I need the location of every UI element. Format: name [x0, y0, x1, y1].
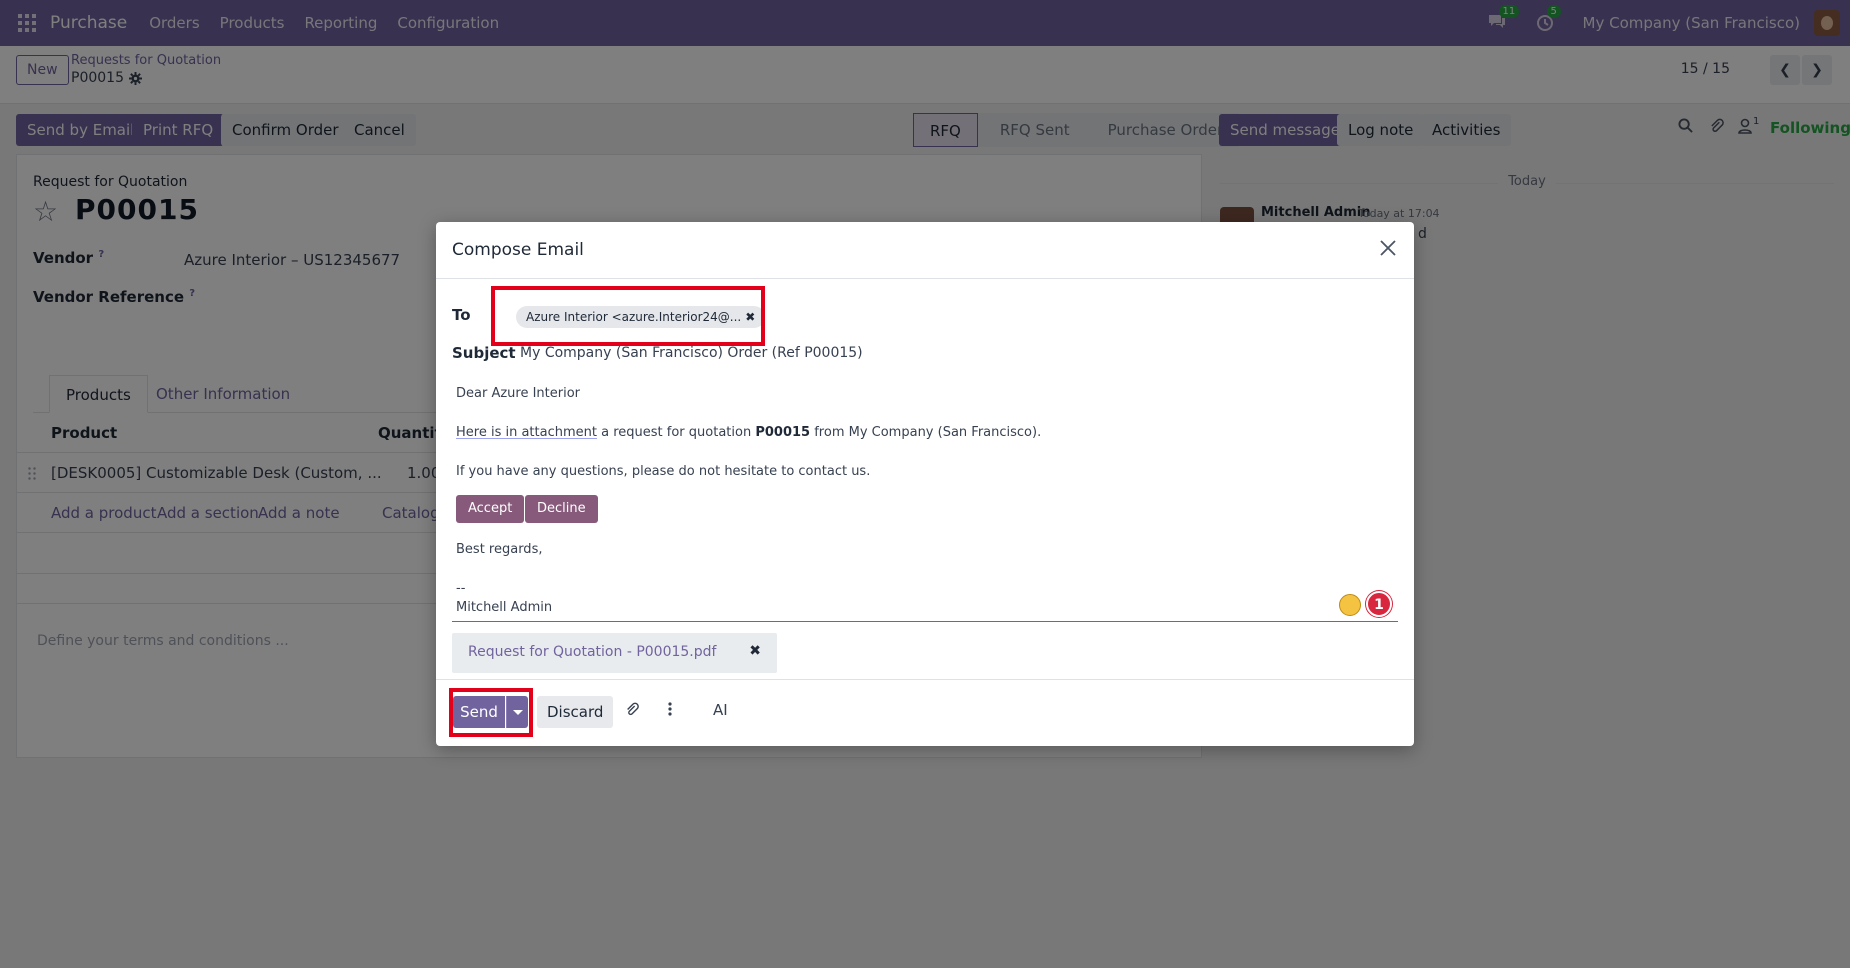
email-intro[interactable]: Here is in attachment a request for quot…	[456, 425, 1041, 440]
remove-attachment-icon[interactable]: ✖	[749, 643, 761, 659]
paperclip-icon[interactable]	[625, 702, 639, 721]
email-greeting[interactable]: Dear Azure Interior	[456, 386, 580, 401]
notification-count-badge[interactable]: 1	[1366, 591, 1392, 617]
subject-label: Subject	[452, 344, 516, 362]
email-intro-end: from My Company (San Francisco).	[810, 425, 1042, 440]
email-regards[interactable]: Best regards,	[456, 542, 542, 557]
modal-footer: Send Discard AI	[436, 679, 1414, 746]
email-order-ref: P00015	[755, 425, 811, 440]
discard-button[interactable]: Discard	[537, 696, 614, 728]
attachment-item[interactable]: Request for Quotation - P00015.pdf ✖	[452, 633, 777, 673]
accept-button[interactable]: Accept	[456, 495, 525, 523]
compose-email-dialog: Compose Email To Azure Interior <azure.I…	[436, 222, 1414, 746]
modal-title: Compose Email	[452, 240, 584, 260]
email-intro-mid: a request for quotation	[596, 425, 756, 440]
attachment-name[interactable]: Request for Quotation - P00015.pdf	[468, 644, 716, 660]
more-options-icon[interactable]	[668, 702, 672, 720]
subject-input[interactable]: My Company (San Francisco) Order (Ref P0…	[520, 345, 863, 361]
email-questions[interactable]: If you have any questions, please do not…	[456, 464, 870, 479]
modal-header: Compose Email	[436, 222, 1414, 279]
signature-separator: --	[456, 581, 466, 596]
highlight-box-send	[449, 688, 533, 737]
close-icon[interactable]	[1378, 238, 1400, 260]
editor-bottom-border	[452, 621, 1398, 622]
ai-button[interactable]: AI	[713, 701, 728, 719]
email-signature[interactable]: Mitchell Admin	[456, 600, 552, 615]
emoji-icon[interactable]	[1339, 594, 1361, 616]
email-intro-link: Here is in attachment	[456, 425, 597, 440]
decline-button[interactable]: Decline	[525, 495, 598, 523]
highlight-box-recipient	[491, 286, 765, 346]
to-label: To	[452, 306, 471, 324]
